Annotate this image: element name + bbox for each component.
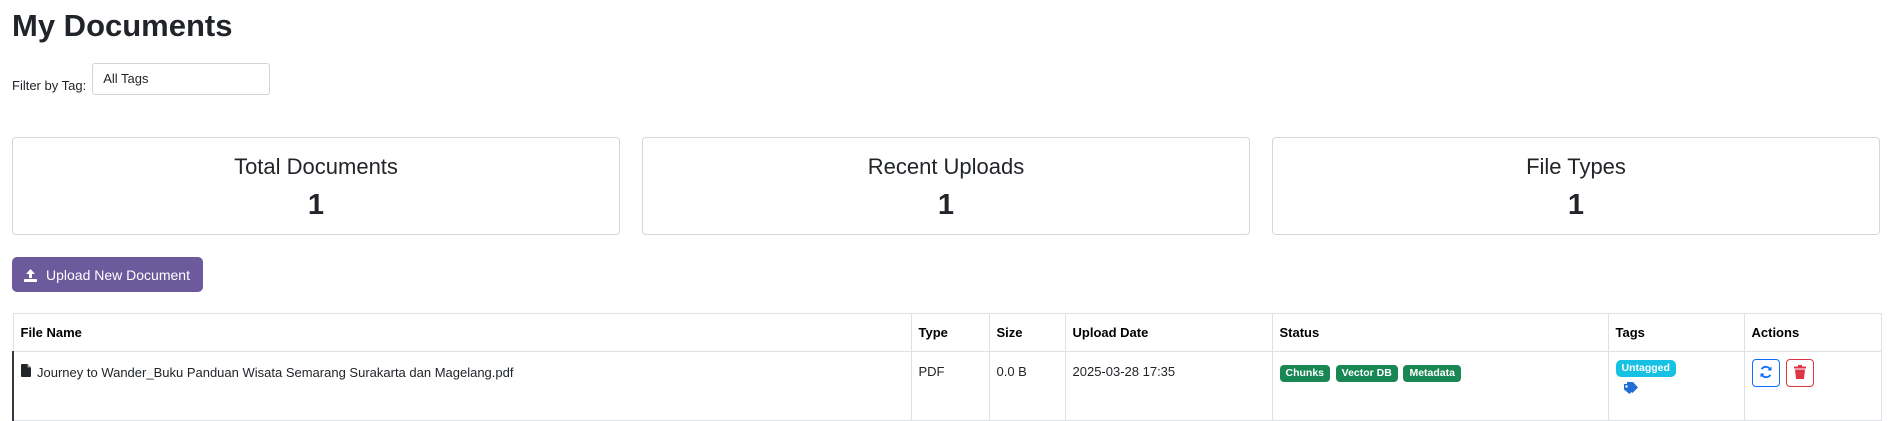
upload-new-document-button[interactable]: Upload New Document (12, 257, 203, 292)
status-badge-vector-db: Vector DB (1335, 365, 1398, 382)
column-header-size[interactable]: Size (988, 313, 1066, 352)
table-header-row: File Name Type Size Upload Date Status T… (12, 313, 1882, 352)
status-badge-chunks: Chunks (1279, 365, 1331, 382)
stat-title: Total Documents (234, 154, 398, 179)
delete-button[interactable] (1785, 359, 1814, 387)
file-name-link[interactable]: Journey to Wander_Buku Panduan Wisata Se… (37, 365, 513, 380)
stat-title: File Types (1526, 154, 1626, 179)
column-header-file-name[interactable]: File Name (12, 313, 912, 352)
stat-value: 1 (307, 189, 325, 221)
upload-button-label: Upload New Document (46, 266, 190, 283)
tags-icon[interactable] (1622, 381, 1737, 398)
file-type-cell: PDF (910, 351, 990, 421)
reprocess-button[interactable] (1751, 359, 1780, 387)
column-header-tags: Tags (1607, 313, 1745, 352)
tag-filter-select[interactable]: All Tags (92, 63, 271, 95)
stat-value: 1 (1567, 189, 1585, 221)
status-badge-metadata: Metadata (1403, 365, 1461, 382)
stats-row: Total Documents 1 Recent Uploads 1 File … (12, 137, 1880, 235)
tag-filter: Filter by Tag: All Tags (12, 63, 271, 95)
column-header-actions: Actions (1743, 313, 1882, 352)
upload-date-cell: 2025-03-28 17:35 (1064, 351, 1273, 421)
page-title: My Documents (12, 8, 233, 43)
stat-title: Recent Uploads (867, 154, 1025, 179)
filter-label: Filter by Tag: (12, 78, 87, 93)
stat-value: 1 (937, 189, 955, 221)
table-row: Journey to Wander_Buku Panduan Wisata Se… (12, 351, 1882, 421)
documents-table: File Name Type Size Upload Date Status T… (12, 313, 1882, 421)
trash-icon (1793, 364, 1806, 382)
stat-card-total-documents: Total Documents 1 (12, 137, 620, 235)
file-size-cell: 0.0 B (988, 351, 1066, 421)
stat-card-recent-uploads: Recent Uploads 1 (642, 137, 1250, 235)
tags-cell: Untagged (1607, 351, 1745, 421)
tag-badge-untagged: Untagged (1615, 360, 1676, 377)
status-cell: Chunks Vector DB Metadata (1271, 351, 1609, 421)
column-header-type[interactable]: Type (910, 313, 990, 352)
file-icon (21, 364, 31, 380)
upload-icon (23, 268, 38, 282)
column-header-upload-date[interactable]: Upload Date (1064, 313, 1273, 352)
refresh-icon (1759, 365, 1773, 382)
file-name-cell: Journey to Wander_Buku Panduan Wisata Se… (12, 351, 912, 421)
stat-card-file-types: File Types 1 (1272, 137, 1880, 235)
actions-cell (1743, 351, 1882, 421)
column-header-status: Status (1271, 313, 1609, 352)
